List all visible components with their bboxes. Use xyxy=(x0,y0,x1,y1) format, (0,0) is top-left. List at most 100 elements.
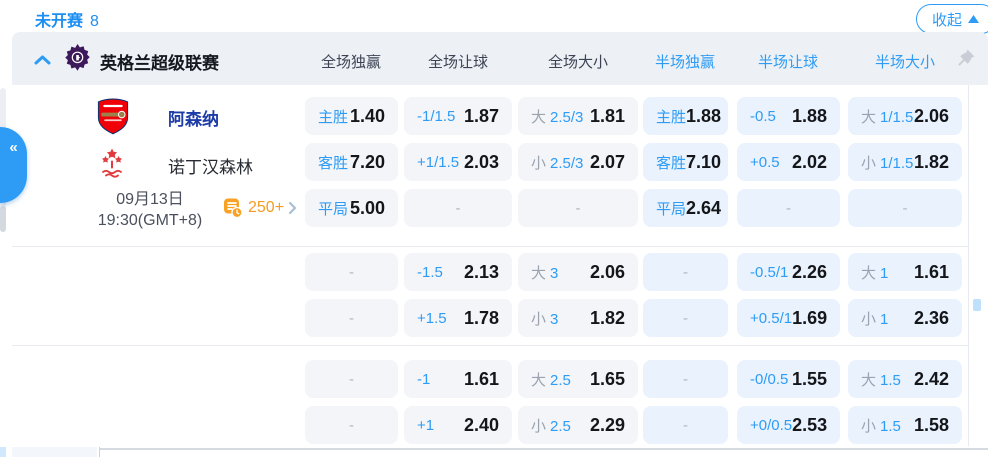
odds-label: 大3 xyxy=(531,262,558,283)
column-header-4[interactable]: 半场独赢 xyxy=(655,51,715,72)
odds-label: 平局 xyxy=(318,198,348,219)
odds-cell[interactable]: -0.5 1.88 xyxy=(737,97,840,135)
odds-cell[interactable]: +0/0.5 2.53 xyxy=(737,406,840,444)
odds-cell[interactable]: -0/0.5 1.55 xyxy=(737,360,840,398)
market-label: 2.5 xyxy=(550,417,571,435)
odds-cell[interactable]: 大 1/1.5 2.06 xyxy=(848,97,962,135)
odds-value: 1.82 xyxy=(913,151,949,172)
odds-label: +1.5 xyxy=(417,310,447,327)
nottingham-forest-crest-icon xyxy=(102,148,122,178)
odds-label: 客胜 xyxy=(656,152,686,173)
odds-value: 7.10 xyxy=(686,151,722,172)
odds-value: 1.82 xyxy=(589,307,625,328)
odds-label: 小3 xyxy=(531,308,558,329)
market-label: -1 xyxy=(417,370,431,388)
pin-icon[interactable] xyxy=(956,48,976,68)
market-label: +0.5 xyxy=(750,153,780,171)
odds-cell[interactable]: +0.5/1 1.69 xyxy=(737,299,840,337)
odds-value: 1.61 xyxy=(463,368,499,389)
market-label: 2.5/3 xyxy=(550,154,584,172)
odds-cell[interactable]: 小 1 2.36 xyxy=(848,299,962,337)
odds-cell[interactable]: -1 1.61 xyxy=(404,360,512,398)
column-headers: 全场独赢 全场让球 全场大小 半场独赢 半场让球 半场大小 xyxy=(12,32,988,85)
league-header: 英格兰超级联赛 全场独赢 全场让球 全场大小 半场独赢 半场让球 半场大小 xyxy=(12,32,988,85)
odds-value: 2.06 xyxy=(913,105,949,126)
odds-label: 大 1.5 xyxy=(861,369,901,390)
bottom-border xyxy=(100,448,988,450)
odds-cell[interactable]: 大 2.5 1.65 xyxy=(518,360,638,398)
odds-label: +1/1.5 xyxy=(417,154,459,171)
odds-cell[interactable]: 客胜 7.20 xyxy=(305,143,398,181)
odds-cell[interactable]: 大 1 1.61 xyxy=(848,253,962,291)
over-under-prefix: 小 xyxy=(531,310,547,328)
market-label: 2.5/3 xyxy=(550,108,584,126)
market-label: +1/1.5 xyxy=(417,153,460,171)
odds-cell[interactable]: 主胜 1.40 xyxy=(305,97,398,135)
odds-cell: - xyxy=(305,360,398,398)
odds-cell[interactable]: 小 1.5 1.58 xyxy=(848,406,962,444)
market-label: 平局 xyxy=(656,200,687,218)
odds-value: 1.87 xyxy=(463,105,499,126)
market-label: 客胜 xyxy=(318,154,349,172)
odds-cell[interactable]: -1/1.5 1.87 xyxy=(404,97,512,135)
odds-cell[interactable]: 小 2.5/3 2.07 xyxy=(518,143,638,181)
over-under-prefix: 小 xyxy=(861,417,877,435)
market-label: 1.5 xyxy=(880,371,901,389)
odds-cell[interactable]: 大 2.5/3 1.81 xyxy=(518,97,638,135)
odds-cell[interactable]: -1.5 2.13 xyxy=(404,253,512,291)
odds-cell[interactable]: 小 3 1.82 xyxy=(518,299,638,337)
odds-cell[interactable]: +1 2.40 xyxy=(404,406,512,444)
odds-cell[interactable]: -0.5/1 2.26 xyxy=(737,253,840,291)
market-label: -0.5 xyxy=(750,107,776,125)
odds-value: 1.88 xyxy=(686,105,722,126)
odds-label: 大 2.5 xyxy=(531,369,571,390)
odds-value: 1.40 xyxy=(349,105,385,126)
odds-value: 7.20 xyxy=(349,151,385,172)
away-team-row[interactable]: 诺丁汉森林 xyxy=(12,138,302,188)
match-date: 09月13日 xyxy=(116,191,184,208)
odds-cell[interactable]: +1/1.5 2.03 xyxy=(404,143,512,181)
home-team-row[interactable]: 阿森纳 xyxy=(12,90,302,140)
market-label: 1/1.5 xyxy=(880,108,914,126)
odds-cell[interactable]: 大 1.5 2.42 xyxy=(848,360,962,398)
odds-cell[interactable]: 大 3 2.06 xyxy=(518,253,638,291)
odds-cell[interactable]: 主胜 1.88 xyxy=(643,97,728,135)
odds-cell[interactable]: 客胜 7.10 xyxy=(643,143,728,181)
odds-cell: - xyxy=(518,189,638,227)
odds-row: - -1 1.61 大 2.5 1.65- -0/0.5 1.55 大 1.5 2.42 xyxy=(305,360,962,398)
left-scrollbar-thumb[interactable] xyxy=(0,206,6,232)
odds-cell[interactable]: 平局 2.64 xyxy=(643,189,728,227)
odds-cell[interactable]: +1.5 1.78 xyxy=(404,299,512,337)
next-section-edge xyxy=(12,447,97,457)
odds-cell[interactable]: 平局 5.00 xyxy=(305,189,398,227)
collapse-label: 收起 xyxy=(931,11,962,29)
odds-label: 小 2.5 xyxy=(531,415,571,436)
group-separator xyxy=(12,345,968,346)
odds-label: 平局 xyxy=(656,198,686,219)
left-edge-strip xyxy=(0,447,6,457)
market-label: +1 xyxy=(417,416,435,434)
market-label: 3 xyxy=(550,264,559,282)
odds-value: 1.81 xyxy=(589,105,625,126)
market-label: 主胜 xyxy=(318,108,349,126)
odds-label: 大 2.5/3 xyxy=(531,106,583,127)
match-status: 未开赛 8 xyxy=(35,7,99,31)
collapse-button[interactable]: 收起 xyxy=(915,4,988,34)
column-header-1: 全场独赢 xyxy=(320,54,382,71)
odds-value: 2.36 xyxy=(913,307,949,328)
odds-cell[interactable]: 小 1/1.5 1.82 xyxy=(848,143,962,181)
odds-value: 1.55 xyxy=(791,368,827,389)
column-header-6[interactable]: 半场大小 xyxy=(875,51,935,72)
odds-cell[interactable]: 小 2.5 2.29 xyxy=(518,406,638,444)
odds-cell[interactable]: +0.5 2.02 xyxy=(737,143,840,181)
over-under-prefix: 小 xyxy=(861,310,877,328)
odds-cell: - xyxy=(643,299,728,337)
market-label: 1.5 xyxy=(880,417,901,435)
more-markets-link[interactable]: 250+ xyxy=(222,197,297,219)
home-team-name: 阿森纳 xyxy=(168,110,219,129)
market-label: 1 xyxy=(880,264,889,282)
odds-value: 2.53 xyxy=(792,414,828,435)
odds-value: 1.61 xyxy=(913,261,949,282)
column-header-5[interactable]: 半场让球 xyxy=(758,51,818,72)
odds-value: 1.69 xyxy=(792,307,828,328)
